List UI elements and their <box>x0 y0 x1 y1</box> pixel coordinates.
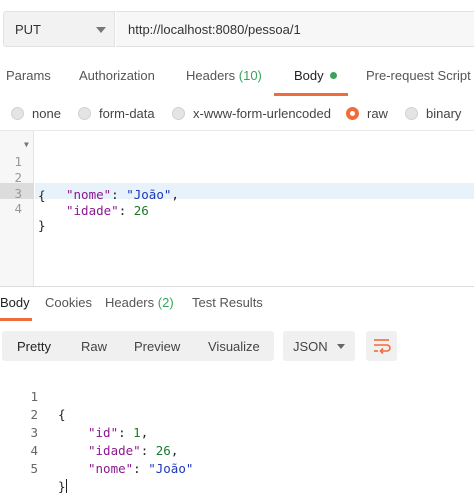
url-text: http://localhost:8080/pessoa/1 <box>128 22 301 37</box>
radio-form-data[interactable]: form-data <box>78 106 155 122</box>
response-body-viewer[interactable]: 1 { 2 "id": 1, 3 "idade": 26, 4 "nome": … <box>0 370 474 494</box>
view-preview-button[interactable]: Preview <box>134 339 180 354</box>
code-line: 1 { <box>30 389 66 422</box>
radio-selected-icon <box>346 107 359 120</box>
tab-pre-request-script[interactable]: Pre-request Script <box>366 68 471 83</box>
wrap-lines-icon <box>374 339 391 355</box>
code-line: 3 "idade": 26, <box>30 425 179 458</box>
radio-icon <box>172 107 185 120</box>
radio-icon <box>405 107 418 120</box>
view-pretty-button[interactable]: Pretty <box>17 339 51 354</box>
response-tab-body[interactable]: Body <box>0 295 30 310</box>
code-line: 4 } <box>14 201 46 233</box>
code-line: 1 ▼ { <box>0 136 45 203</box>
tab-headers[interactable]: Headers (10) <box>186 68 262 83</box>
headers-count: (10) <box>238 68 262 83</box>
tab-params[interactable]: Params <box>6 68 51 83</box>
url-input[interactable]: http://localhost:8080/pessoa/1 <box>116 11 474 47</box>
code-line: 4 "nome": "João" <box>30 443 194 476</box>
view-visualize-button[interactable]: Visualize <box>208 339 260 354</box>
fold-arrow-icon[interactable]: ▼ <box>24 136 29 153</box>
format-label: JSON <box>293 339 328 354</box>
active-tab-indicator <box>274 93 348 96</box>
wrap-lines-button[interactable] <box>366 331 397 361</box>
radio-icon <box>11 107 24 120</box>
response-tab-cookies[interactable]: Cookies <box>45 295 92 310</box>
response-view-toggle: Pretty Raw Preview Visualize <box>2 331 274 361</box>
view-raw-button[interactable]: Raw <box>81 339 107 354</box>
radio-binary[interactable]: binary <box>405 106 461 122</box>
modified-dot-icon <box>329 72 337 79</box>
code-line: 5 } <box>30 461 67 494</box>
text-cursor <box>65 479 67 493</box>
radio-none[interactable]: none <box>11 106 61 122</box>
chevron-down-icon <box>337 344 345 349</box>
response-format-select[interactable]: JSON <box>283 331 355 361</box>
tab-body[interactable]: Body <box>294 68 337 83</box>
code-line: 2 "nome": "João", <box>14 170 179 202</box>
radio-icon <box>78 107 91 120</box>
pane-divider[interactable] <box>0 286 474 287</box>
method-label: PUT <box>15 22 41 37</box>
request-body-editor[interactable]: 1 ▼ { 2 "nome": "João", 3 "idade": 26 4 … <box>0 130 474 287</box>
response-tab-test-results[interactable]: Test Results <box>192 295 263 310</box>
method-select[interactable]: PUT <box>3 11 115 47</box>
tab-authorization[interactable]: Authorization <box>79 68 155 83</box>
radio-x-www-form-urlencoded[interactable]: x-www-form-urlencoded <box>172 106 331 122</box>
chevron-down-icon <box>96 27 106 33</box>
radio-raw[interactable]: raw <box>346 106 388 122</box>
code-line: 2 "id": 1, <box>30 407 149 440</box>
response-tab-headers[interactable]: Headers (2) <box>105 295 174 310</box>
active-response-tab-indicator <box>0 318 32 321</box>
